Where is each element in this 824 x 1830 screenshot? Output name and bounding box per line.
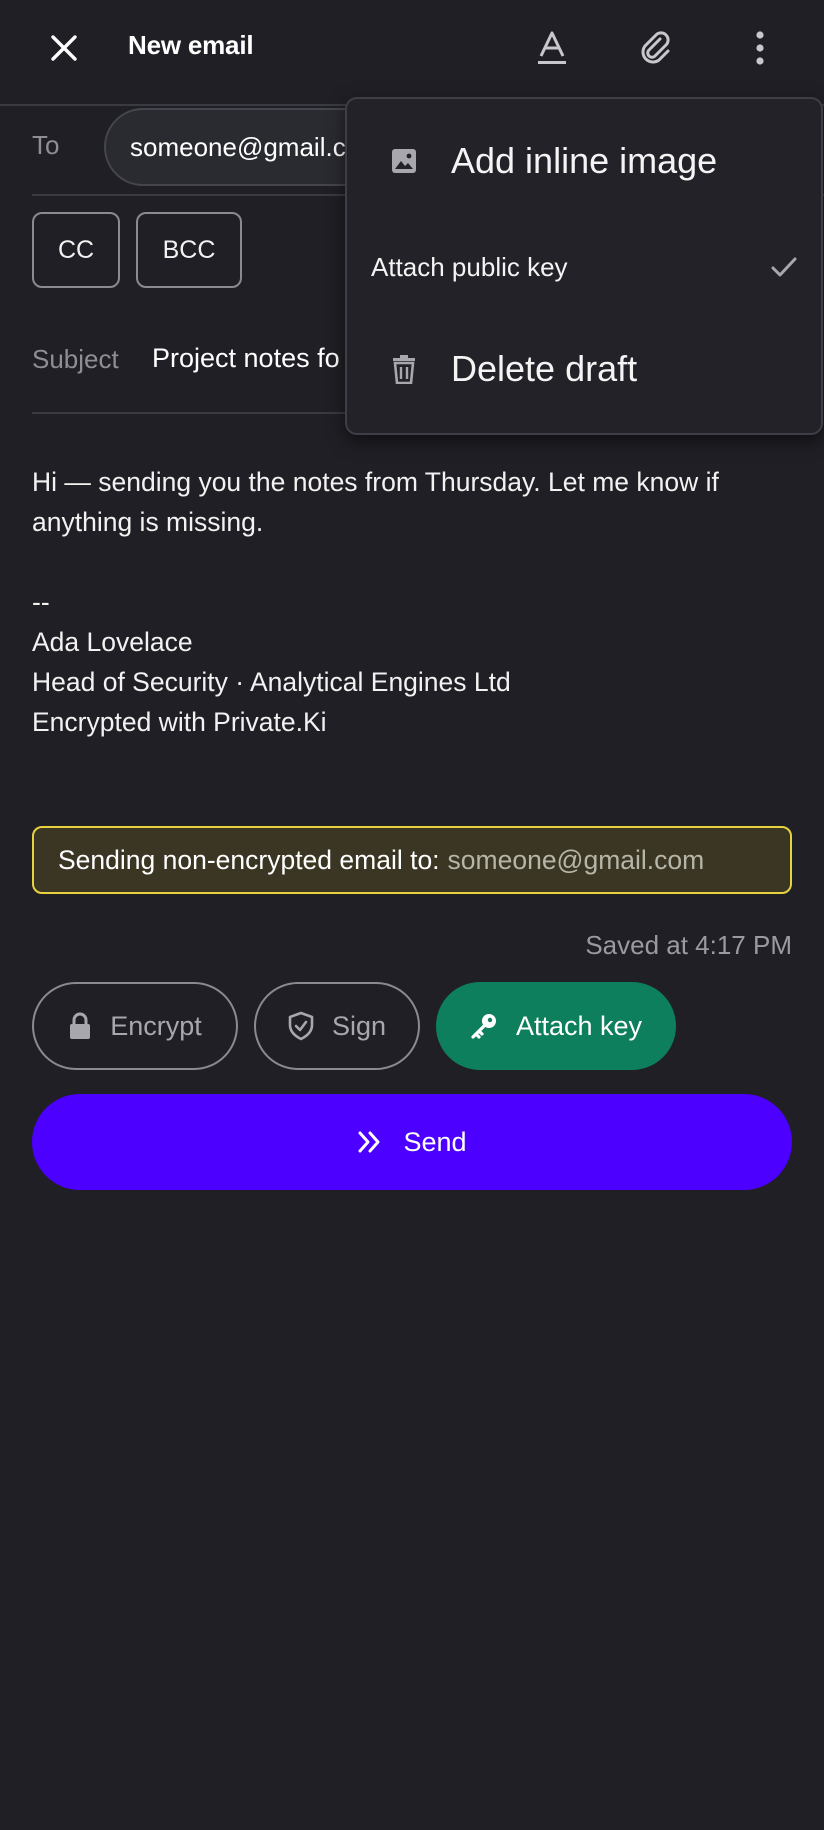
attach-key-label: Attach key [515,1010,643,1041]
attach-key-button[interactable]: Attach key [436,982,676,1070]
sign-label: Sign [331,1010,387,1041]
encrypt-label: Encrypt [110,1010,202,1041]
menu-item-add-inline-image[interactable]: Add inline image [347,121,821,201]
warning-label: Sending non-encrypted email to: [58,844,440,875]
more-vert-icon[interactable] [740,26,780,70]
subject-label: Subject [32,344,119,374]
paperclip-icon[interactable] [635,26,677,70]
image-icon [389,146,419,176]
message-body[interactable]: Hi — sending you the notes from Thursday… [32,462,802,742]
menu-label: Add inline image [451,140,718,181]
trash-icon [389,354,419,384]
to-label: To [32,130,60,160]
menu-item-attach-public-key[interactable]: Attach public key [347,227,821,307]
subject-field[interactable]: Project notes fo [152,343,340,374]
shield-check-icon [288,1011,314,1041]
menu-label: Delete draft [451,348,638,389]
encrypt-button[interactable]: Encrypt [32,982,238,1070]
menu-item-delete-draft[interactable]: Delete draft [347,329,821,409]
page-title: New email [128,30,254,60]
app-header: New email [0,0,824,98]
close-icon[interactable] [44,28,84,68]
send-button[interactable]: Send [32,1094,792,1190]
key-icon [471,1014,496,1039]
send-label: Send [403,1126,467,1157]
cc-button[interactable]: CC [32,212,120,288]
warning-address: someone@gmail.com [447,844,705,875]
overflow-menu: Add inline image Attach public key Delet… [345,97,823,435]
unencrypted-warning-banner: Sending non-encrypted email to: someone@… [32,826,792,894]
check-icon [769,252,799,282]
double-chevron-right-icon [358,1131,380,1153]
lock-icon [70,1012,91,1039]
saved-status: Saved at 4:17 PM [585,930,792,960]
bcc-button[interactable]: BCC [136,212,242,288]
menu-label: Attach public key [371,251,568,282]
sign-button[interactable]: Sign [254,982,420,1070]
text-format-icon[interactable] [531,26,573,70]
